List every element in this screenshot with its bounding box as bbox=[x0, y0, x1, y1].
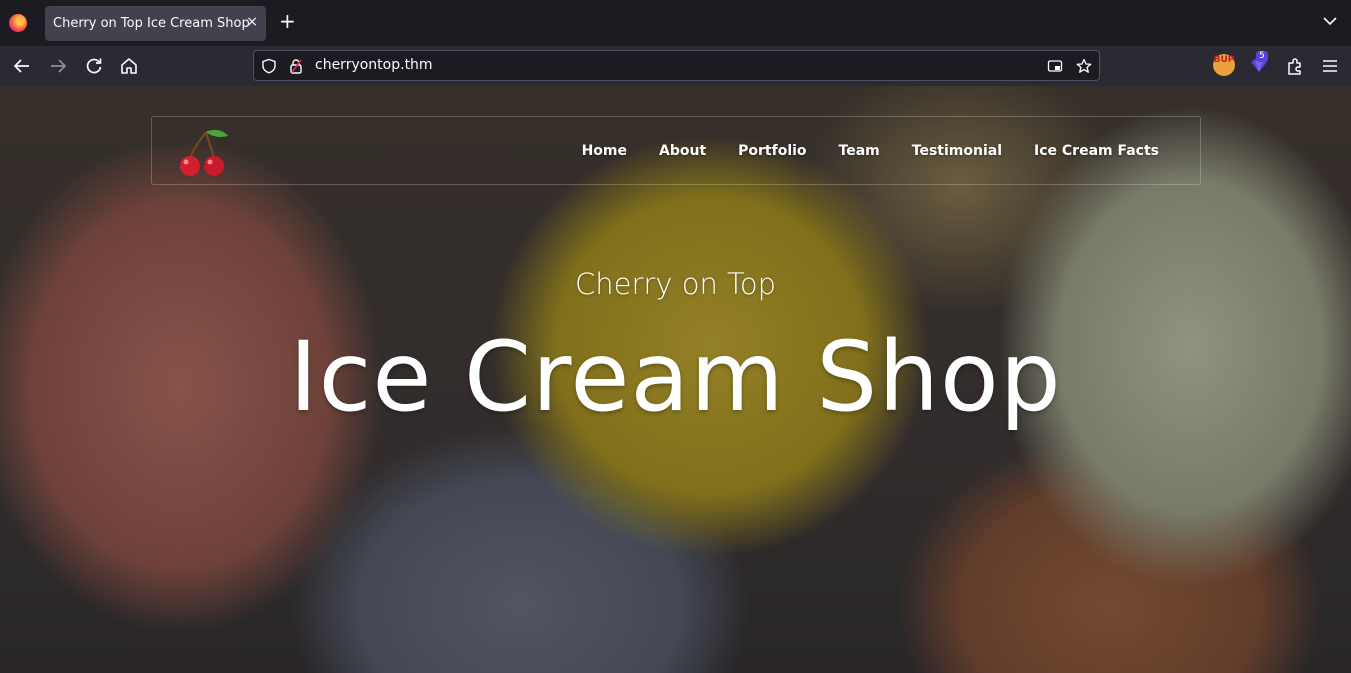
picture-in-picture-icon[interactable] bbox=[1047, 58, 1063, 74]
cherry-icon[interactable] bbox=[176, 126, 232, 178]
hero-title: Ice Cream Shop bbox=[289, 321, 1062, 433]
url-text[interactable]: cherryontop.thm bbox=[315, 57, 433, 73]
browser-tab-bar: Cherry on Top Ice Cream Shop × + bbox=[0, 0, 1351, 46]
browser-tab-active[interactable]: Cherry on Top Ice Cream Shop × bbox=[45, 6, 266, 41]
extensions-puzzle-icon[interactable] bbox=[1285, 56, 1305, 76]
nav-link-about[interactable]: About bbox=[659, 143, 706, 159]
lock-icon[interactable] bbox=[288, 58, 304, 74]
shield-icon[interactable] bbox=[261, 58, 277, 74]
tab-close-button[interactable]: × bbox=[246, 14, 258, 30]
site-navbar: Home About Portfolio Team Testimonial Ic… bbox=[151, 116, 1201, 185]
nav-link-portfolio[interactable]: Portfolio bbox=[738, 143, 806, 159]
nav-link-team[interactable]: Team bbox=[839, 143, 880, 159]
nav-menu: Home About Portfolio Team Testimonial Ic… bbox=[550, 143, 1159, 159]
browser-navigation-bar: cherryontop.thm BUP 5 bbox=[0, 46, 1351, 86]
hero-subtitle: Cherry on Top bbox=[575, 267, 776, 301]
forward-arrow-icon[interactable] bbox=[48, 56, 68, 76]
reload-icon[interactable] bbox=[84, 56, 104, 76]
nav-link-testimonial[interactable]: Testimonial bbox=[912, 143, 1002, 159]
hero-section: Home About Portfolio Team Testimonial Ic… bbox=[0, 86, 1351, 673]
url-bar[interactable]: cherryontop.thm bbox=[253, 50, 1100, 81]
hamburger-menu-icon[interactable] bbox=[1320, 56, 1340, 76]
tab-title: Cherry on Top Ice Cream Shop bbox=[53, 16, 250, 31]
new-tab-button[interactable]: + bbox=[279, 11, 296, 31]
extension-badge: 5 bbox=[1256, 51, 1268, 62]
firefox-icon[interactable] bbox=[9, 14, 27, 32]
bup-extension-icon[interactable]: BUP bbox=[1213, 54, 1235, 76]
back-arrow-icon[interactable] bbox=[12, 56, 32, 76]
nav-link-home[interactable]: Home bbox=[582, 143, 627, 159]
bookmark-star-icon[interactable] bbox=[1076, 58, 1092, 74]
chevron-down-icon[interactable] bbox=[1323, 16, 1337, 26]
home-icon[interactable] bbox=[119, 56, 139, 76]
nav-link-ice-cream-facts[interactable]: Ice Cream Facts bbox=[1034, 143, 1159, 159]
